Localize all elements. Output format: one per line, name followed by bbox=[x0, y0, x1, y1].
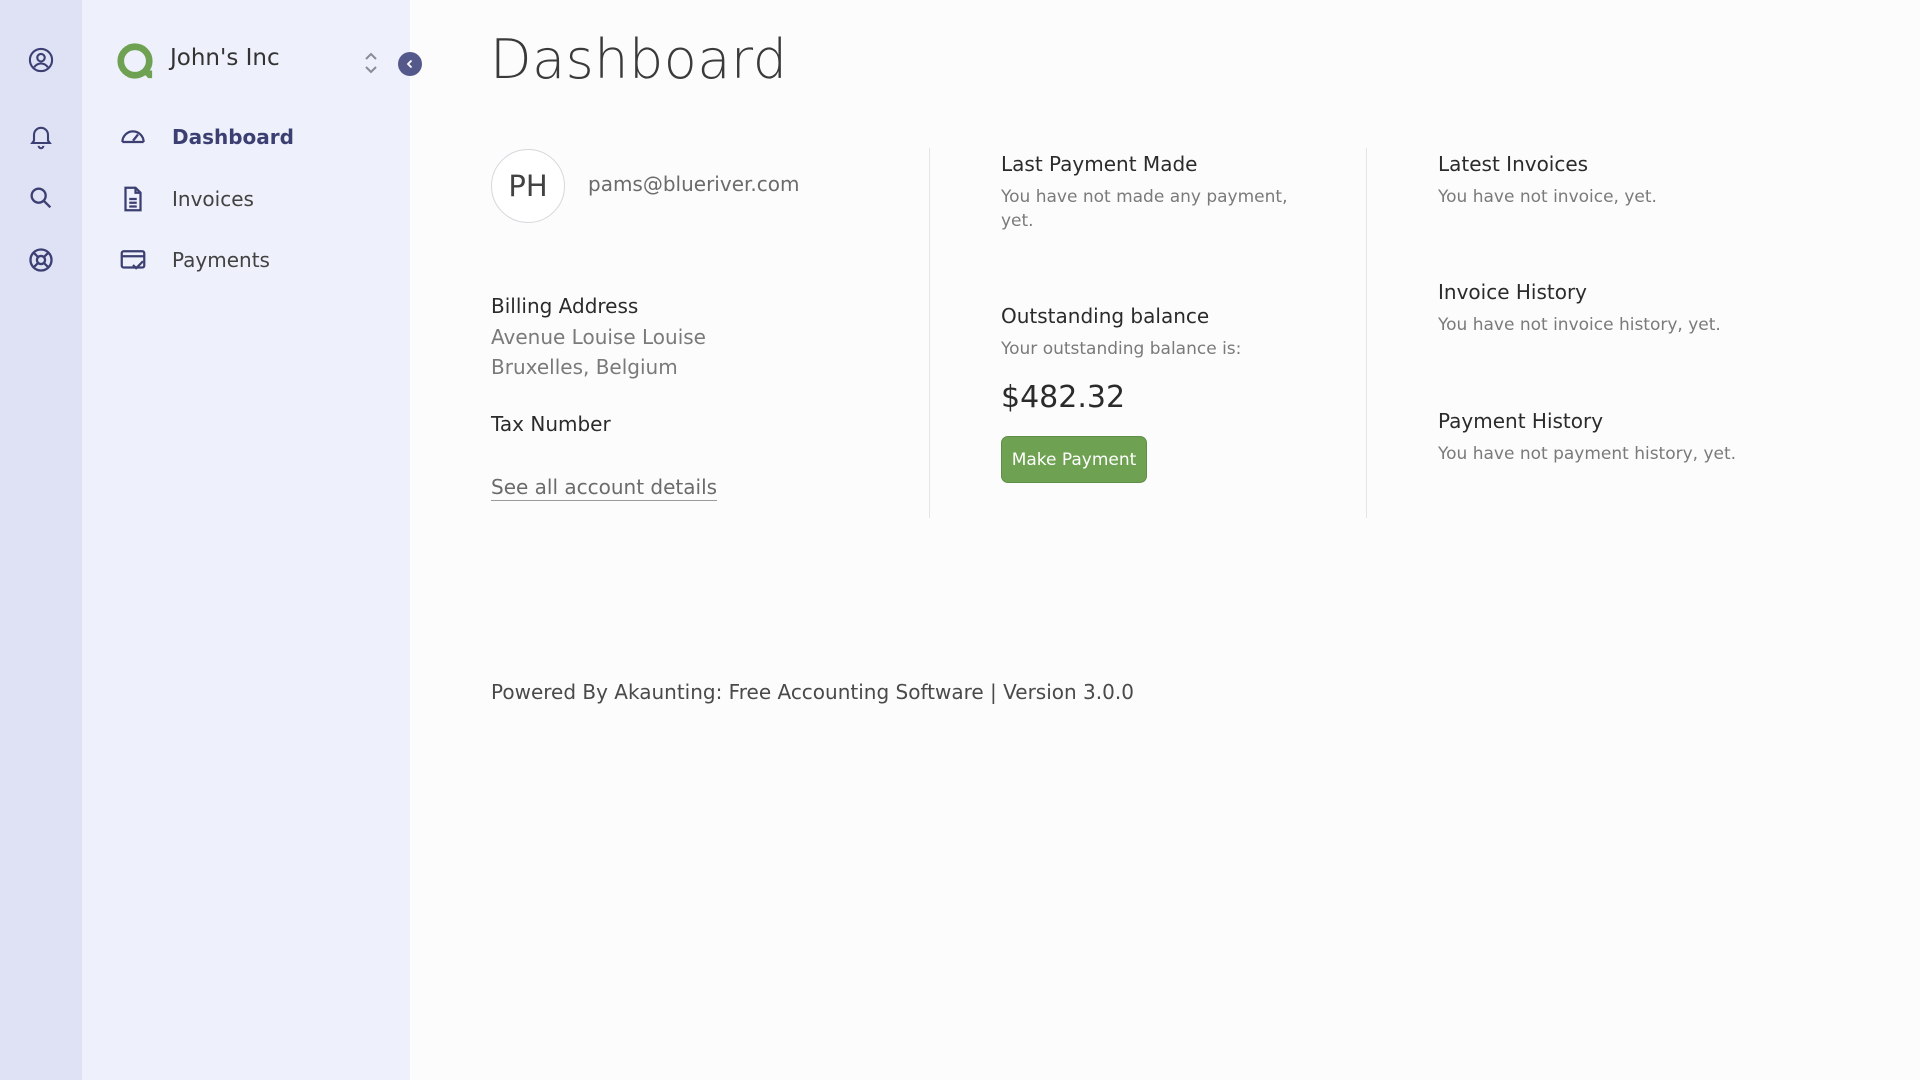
payment-history-heading: Payment History bbox=[1438, 409, 1604, 433]
chevron-left-icon bbox=[406, 59, 413, 69]
sidebar-item-invoices[interactable]: Invoices bbox=[118, 179, 378, 219]
column-divider bbox=[1366, 148, 1367, 518]
sidebar: John's Inc Dashboard Invoices Payments bbox=[82, 0, 422, 1080]
make-payment-button[interactable]: Make Payment bbox=[1001, 436, 1147, 483]
sidebar-item-payments[interactable]: Payments bbox=[118, 240, 378, 280]
outstanding-balance-amount: $482.32 bbox=[1001, 380, 1126, 415]
sidebar-item-label: Payments bbox=[172, 248, 270, 272]
gauge-icon bbox=[121, 130, 145, 144]
sidebar-item-label: Dashboard bbox=[172, 125, 294, 149]
sidebar-item-label: Invoices bbox=[172, 187, 254, 211]
account-email: pams@blueriver.com bbox=[588, 172, 800, 196]
footer-text: Powered By Akaunting: Free Accounting So… bbox=[491, 680, 1134, 704]
invoice-history-text: You have not invoice history, yet. bbox=[1438, 315, 1721, 335]
company-switch-icon[interactable] bbox=[362, 50, 380, 76]
invoice-history-heading: Invoice History bbox=[1438, 280, 1588, 304]
page-title: Dashboard bbox=[490, 28, 788, 91]
account-details-link[interactable]: See all account details bbox=[491, 475, 718, 501]
latest-invoices-text: You have not invoice, yet. bbox=[1438, 187, 1657, 207]
profile-icon[interactable] bbox=[21, 40, 61, 80]
latest-invoices-heading: Latest Invoices bbox=[1438, 152, 1589, 176]
bell-icon[interactable] bbox=[21, 116, 61, 156]
address-line-2: Bruxelles, Belgium bbox=[491, 355, 678, 379]
icon-rail bbox=[0, 0, 82, 1080]
avatar: PH bbox=[491, 149, 565, 223]
last-payment-heading: Last Payment Made bbox=[1001, 152, 1198, 176]
company-logo bbox=[117, 43, 153, 79]
last-payment-text: You have not made any payment, yet. bbox=[1001, 187, 1288, 231]
outstanding-balance-heading: Outstanding balance bbox=[1001, 304, 1210, 328]
tax-number-heading: Tax Number bbox=[491, 412, 611, 436]
billing-address-heading: Billing Address bbox=[491, 294, 639, 318]
outstanding-balance-text: Your outstanding balance is: bbox=[1001, 339, 1242, 359]
sidebar-item-dashboard[interactable]: Dashboard bbox=[118, 117, 378, 157]
search-icon[interactable] bbox=[21, 178, 61, 218]
company-name[interactable]: John's Inc bbox=[170, 45, 280, 71]
credit-card-icon bbox=[120, 250, 146, 270]
support-icon[interactable] bbox=[21, 240, 61, 280]
payment-history-text: You have not payment history, yet. bbox=[1438, 444, 1737, 464]
sidebar-collapse-button[interactable] bbox=[398, 52, 422, 76]
address-line-1: Avenue Louise Louise bbox=[491, 325, 706, 349]
column-divider bbox=[929, 148, 930, 518]
document-icon bbox=[124, 186, 142, 212]
